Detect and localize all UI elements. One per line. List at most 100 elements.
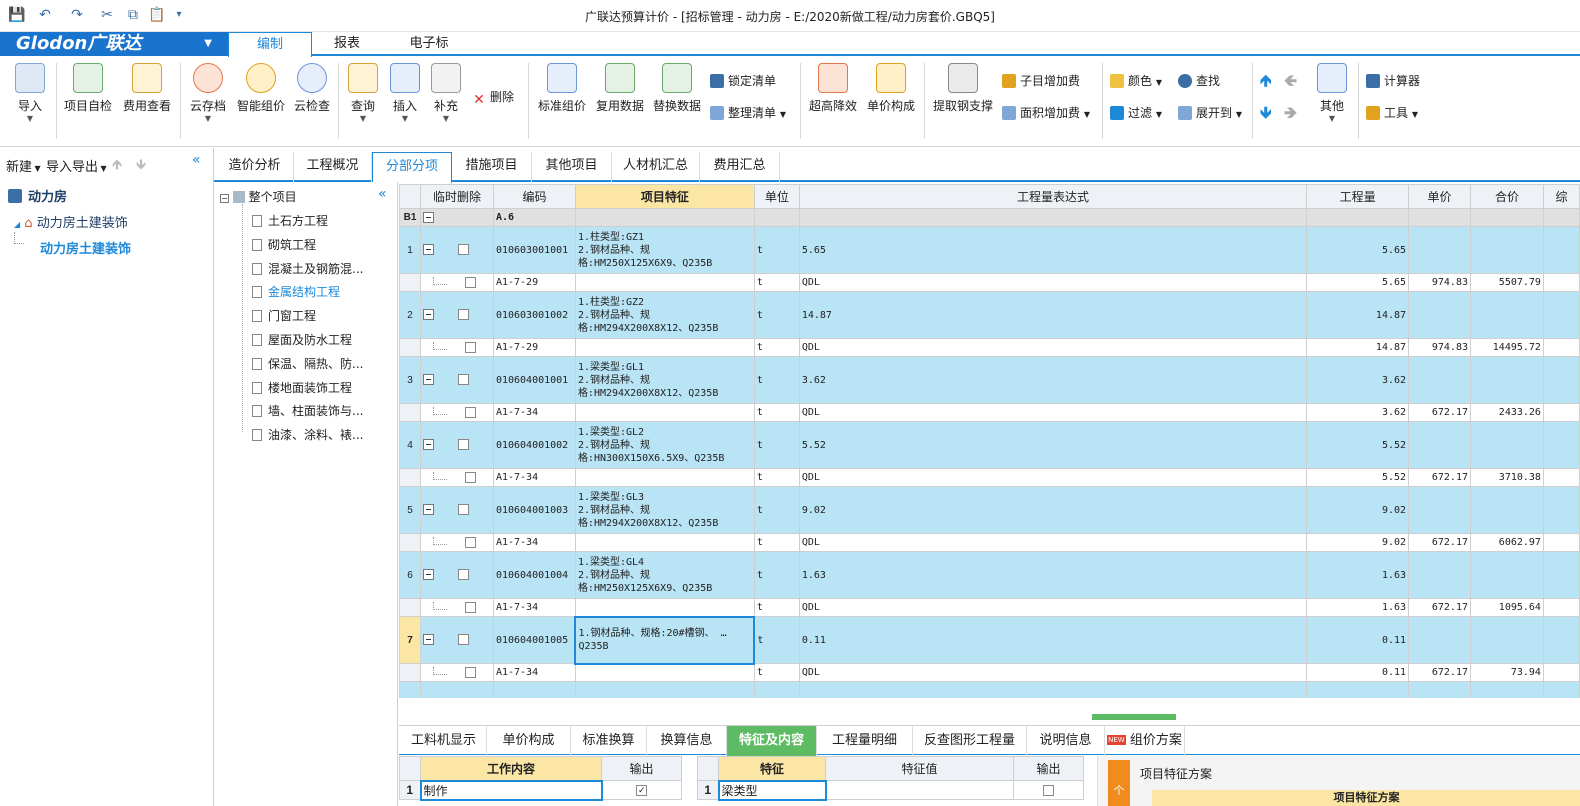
collapse-icon[interactable] [422, 309, 434, 320]
bill-item-row[interactable]: 8 0106050010011.钢材品种、规格:YX-75-230-690m24… [399, 681, 1580, 698]
feature-cell[interactable] [574, 663, 755, 682]
tree-item[interactable]: 土石方工程 [252, 212, 328, 229]
qty-expression-cell[interactable]: 420 [798, 681, 1308, 698]
tab-sub-items[interactable]: 分部分项 [372, 152, 452, 184]
move-down-icon[interactable]: 🡻 [136, 154, 146, 178]
calculator-button[interactable]: 计算器 [1366, 71, 1420, 91]
quantity-cell[interactable]: 9.02 [1306, 486, 1410, 534]
header-qty-expression[interactable]: 工程量表达式 [798, 184, 1308, 209]
quota-row[interactable]: A1-7-29 t QDL 14.87 974.83 14495.72 [399, 338, 1580, 357]
unit-price-cell[interactable]: 672.17 [1408, 403, 1471, 422]
quantity-cell[interactable]: 14.87 [1306, 291, 1410, 339]
total-cell[interactable] [1469, 681, 1544, 698]
toggle-cell[interactable] [419, 551, 494, 599]
move-down-icon[interactable]: 🡻 [1260, 103, 1272, 123]
collapse-icon[interactable] [422, 504, 434, 515]
header-total[interactable]: 合价 [1469, 184, 1544, 209]
unit-price-cell[interactable] [1408, 356, 1471, 404]
move-up-icon[interactable]: 🡹 [112, 154, 122, 178]
qty-expression-cell[interactable]: QDL [798, 338, 1308, 357]
feature-cell[interactable] [574, 273, 755, 292]
toggle-cell[interactable] [419, 616, 494, 664]
tab-other-items[interactable]: 其他项目 [532, 152, 612, 182]
composite-cell[interactable] [1542, 533, 1580, 552]
collapse-pane-icon[interactable]: « [192, 152, 201, 168]
ft-value-cell[interactable] [825, 780, 1014, 800]
composite-cell[interactable] [1542, 681, 1580, 698]
code-cell[interactable]: 010604001002 [492, 421, 576, 469]
unit-price-cell[interactable]: 672.17 [1408, 533, 1471, 552]
smart-pricing-button[interactable]: 智能组价 [234, 63, 288, 114]
toggle-cell[interactable] [419, 663, 494, 682]
wc-output-cell[interactable]: ✓ [601, 780, 682, 800]
tree-item[interactable]: 保温、隔热、防... [252, 355, 363, 372]
feature-cell[interactable]: 1.梁类型:GL1 2.钢材品种、规格:HM294X200X8X12、Q235B [574, 356, 755, 404]
reuse-data-button[interactable]: 复用数据 [594, 63, 646, 114]
tab-conversion-info[interactable]: 换算信息 [647, 726, 727, 756]
tools-button[interactable]: 工具 ▼ [1366, 103, 1418, 123]
bill-item-row[interactable]: 5 010604001003 1.梁类型:GL3 2.钢材品种、规格:HM294X… [399, 486, 1580, 534]
feature-cell[interactable]: 1.柱类型:GZ1 2.钢材品种、规格:HM250X125X6X9、Q235B [574, 226, 755, 274]
move-right-icon[interactable]: 🡺 [1284, 103, 1297, 123]
unit-price-composition-button[interactable]: 单价构成 [864, 63, 918, 114]
composite-cell[interactable] [1542, 403, 1580, 422]
expand-to-button[interactable]: 展开到 ▼ [1178, 103, 1242, 123]
qty-expression-cell[interactable]: QDL [798, 533, 1308, 552]
sub-item-fee-button[interactable]: 子目增加费 [1002, 71, 1080, 91]
header-unit-price[interactable]: 单价 [1408, 184, 1471, 209]
total-cell[interactable] [1469, 421, 1544, 469]
code-cell[interactable]: 010603001001 [492, 226, 576, 274]
wc-content-cell[interactable]: 制作 [419, 779, 603, 801]
feature-cell[interactable]: 1.钢材品种、规格:YX-75-230-690 [574, 681, 755, 698]
move-left-icon[interactable]: 🡸 [1284, 71, 1297, 91]
tab-reverse-graphic-qty[interactable]: 反查图形工程量 [913, 726, 1027, 756]
splitter-handle[interactable] [1092, 714, 1176, 720]
collapse-icon[interactable] [422, 244, 434, 255]
tab-cost-analysis[interactable]: 造价分析 [216, 152, 294, 182]
code-cell[interactable]: 010603001002 [492, 291, 576, 339]
unit-cell[interactable]: t [753, 226, 800, 274]
unit-cell[interactable]: t [753, 273, 800, 292]
header-temp-delete[interactable]: 临时删除 [419, 184, 494, 209]
tree-item[interactable]: 金属结构工程 [252, 283, 340, 300]
new-button[interactable]: 新建 ▼ [6, 156, 41, 175]
qty-expression-cell[interactable]: 5.52 [798, 421, 1308, 469]
bill-item-row[interactable]: 1 010603001001 1.柱类型:GZ1 2.钢材品种、规格:HM250X… [399, 226, 1580, 274]
self-check-button[interactable]: 项目自检 [62, 63, 114, 114]
replace-data-button[interactable]: 替换数据 [650, 63, 704, 114]
quota-code-cell[interactable]: A1-7-29 [492, 338, 576, 357]
menu-tab-edit[interactable]: 编制 [228, 32, 312, 58]
temp-delete-checkbox[interactable] [458, 569, 470, 580]
toggle-cell[interactable] [419, 226, 494, 274]
qty-expression-cell[interactable]: 0.11 [798, 616, 1308, 664]
composite-cell[interactable] [1542, 486, 1580, 534]
total-cell[interactable]: 3710.38 [1469, 468, 1544, 487]
ft-feature-cell[interactable]: 梁类型 [717, 779, 827, 801]
app-logo-menu[interactable]: Glodon广联达 ▼ [0, 32, 228, 56]
tree-item[interactable]: 混凝土及钢筋混... [252, 260, 363, 277]
total-cell[interactable] [1469, 486, 1544, 534]
checkbox-unchecked[interactable] [1043, 785, 1054, 797]
menu-tab-report[interactable]: 报表 [305, 32, 389, 56]
insert-button[interactable]: 插入 ▼ [388, 63, 422, 124]
quota-code-cell[interactable]: A1-7-34 [492, 403, 576, 422]
temp-delete-checkbox[interactable] [458, 504, 470, 515]
import-export-button[interactable]: 导入导出 ▼ [46, 156, 107, 175]
tab-project-overview[interactable]: 工程概况 [294, 152, 372, 182]
filter-button[interactable]: 过滤 ▼ [1110, 103, 1162, 123]
unit-price-cell[interactable] [1408, 616, 1471, 664]
composite-cell[interactable] [1542, 338, 1580, 357]
toggle-cell[interactable] [419, 338, 494, 357]
total-cell[interactable] [1469, 356, 1544, 404]
total-cell[interactable] [1469, 551, 1544, 599]
qty-expression-cell[interactable]: 14.87 [798, 291, 1308, 339]
quota-code-cell[interactable]: A1-7-34 [492, 598, 576, 617]
tab-fee-summary[interactable]: 费用汇总 [700, 152, 780, 182]
tree-item[interactable]: 楼地面装饰工程 [252, 379, 352, 396]
feature-cell[interactable]: 1.梁类型:GL2 2.钢材品种、规格:HN300X150X6.5X9、Q235… [574, 421, 755, 469]
tab-labor-material-machine[interactable]: 人材机汇总 [612, 152, 700, 182]
unit-price-cell[interactable] [1408, 486, 1471, 534]
height-reduction-button[interactable]: 超高降效 [806, 63, 860, 114]
unit-cell[interactable]: t [753, 421, 800, 469]
quantity-cell[interactable]: 420 [1306, 681, 1410, 698]
